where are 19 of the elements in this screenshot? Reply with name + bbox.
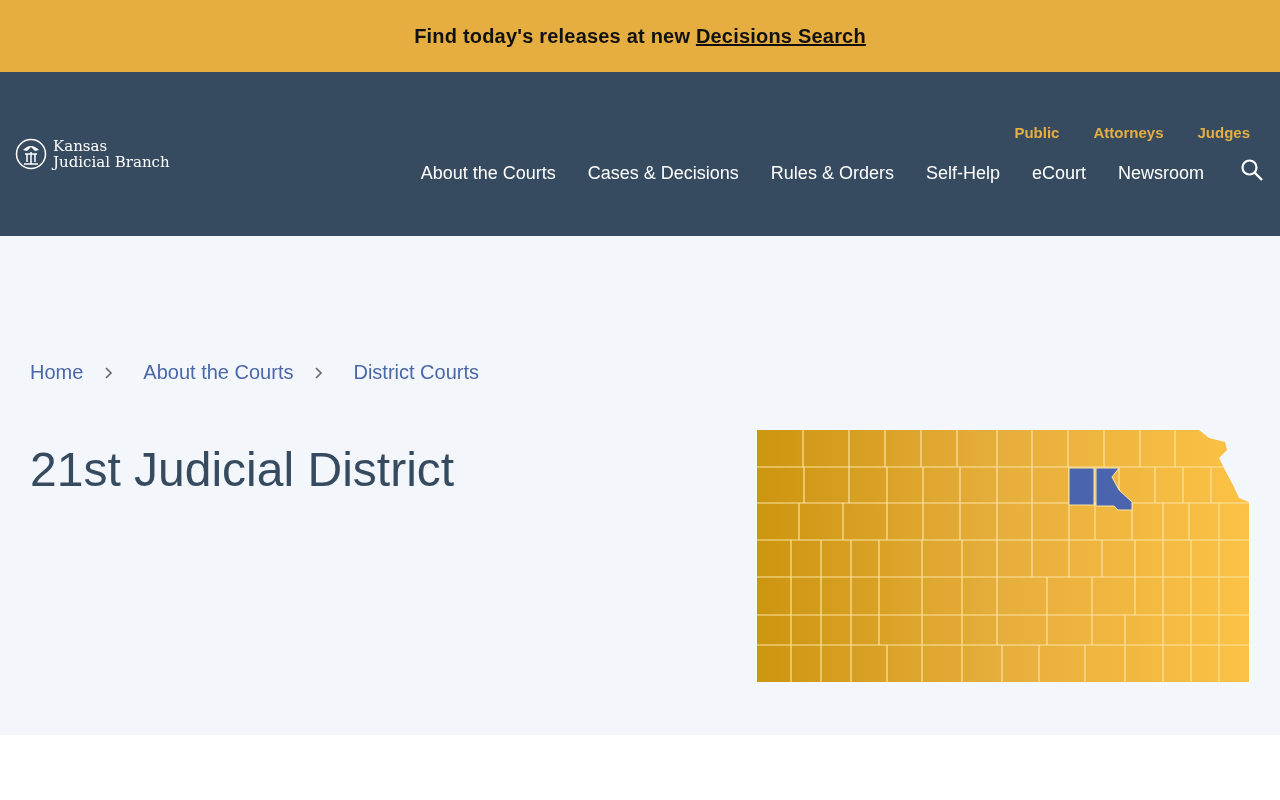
breadcrumb-link[interactable]: About the Courts (143, 361, 294, 384)
audience-link[interactable]: Attorneys (1093, 124, 1164, 141)
nav-link[interactable]: Newsroom (1117, 163, 1204, 184)
logo-text: Judicial Branch (53, 154, 170, 170)
nav-link[interactable]: About the Courts (420, 163, 556, 184)
breadcrumb-link[interactable]: Home (30, 361, 84, 384)
audience-link[interactable]: Public (1014, 124, 1060, 141)
search-icon[interactable] (1240, 157, 1264, 182)
nav-link[interactable]: Self-Help (925, 163, 1000, 184)
nav-link[interactable]: Rules & Orders (770, 163, 894, 184)
logo-text: Kansas (53, 138, 109, 154)
breadcrumb-link[interactable]: District Courts (353, 361, 480, 384)
announcement-text: Find today's releases at new Decisions Search (414, 24, 866, 48)
audience-link[interactable]: Judges (1197, 124, 1250, 141)
decisions-search-link[interactable]: Decisions Search (695, 24, 866, 47)
nav-link[interactable]: Cases & Decisions (587, 163, 739, 184)
page-title: 21st Judicial District (30, 442, 455, 498)
seal-icon (15, 138, 47, 170)
nav-link[interactable]: eCourt (1031, 163, 1086, 184)
